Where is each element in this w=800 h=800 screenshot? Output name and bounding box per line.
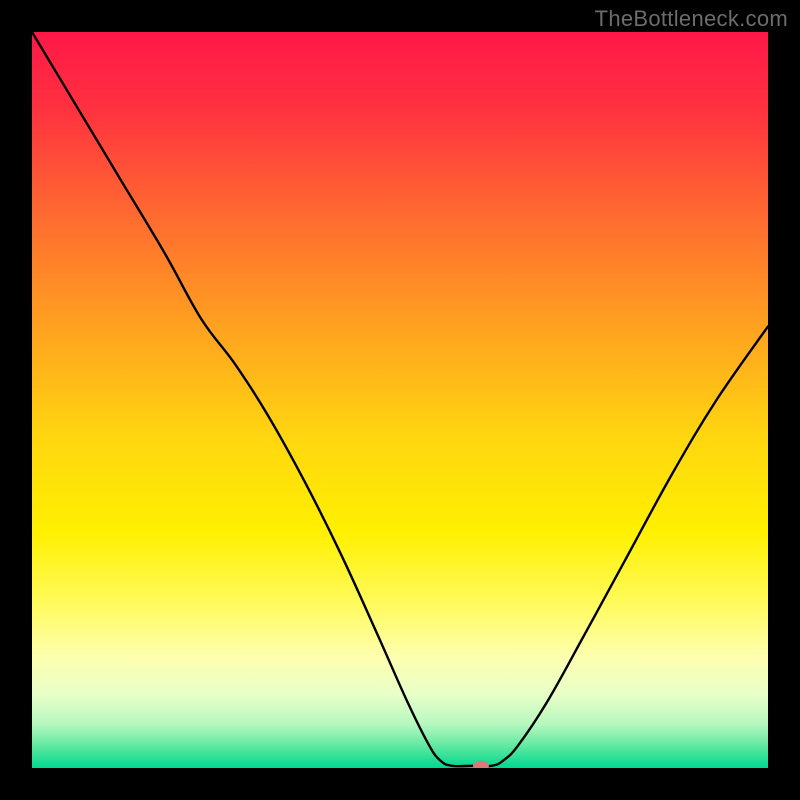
chart-background	[32, 32, 768, 768]
watermark-text: TheBottleneck.com	[595, 6, 788, 32]
chart-svg	[32, 32, 768, 768]
chart-plot-area	[32, 32, 768, 768]
chart-frame: TheBottleneck.com	[0, 0, 800, 800]
